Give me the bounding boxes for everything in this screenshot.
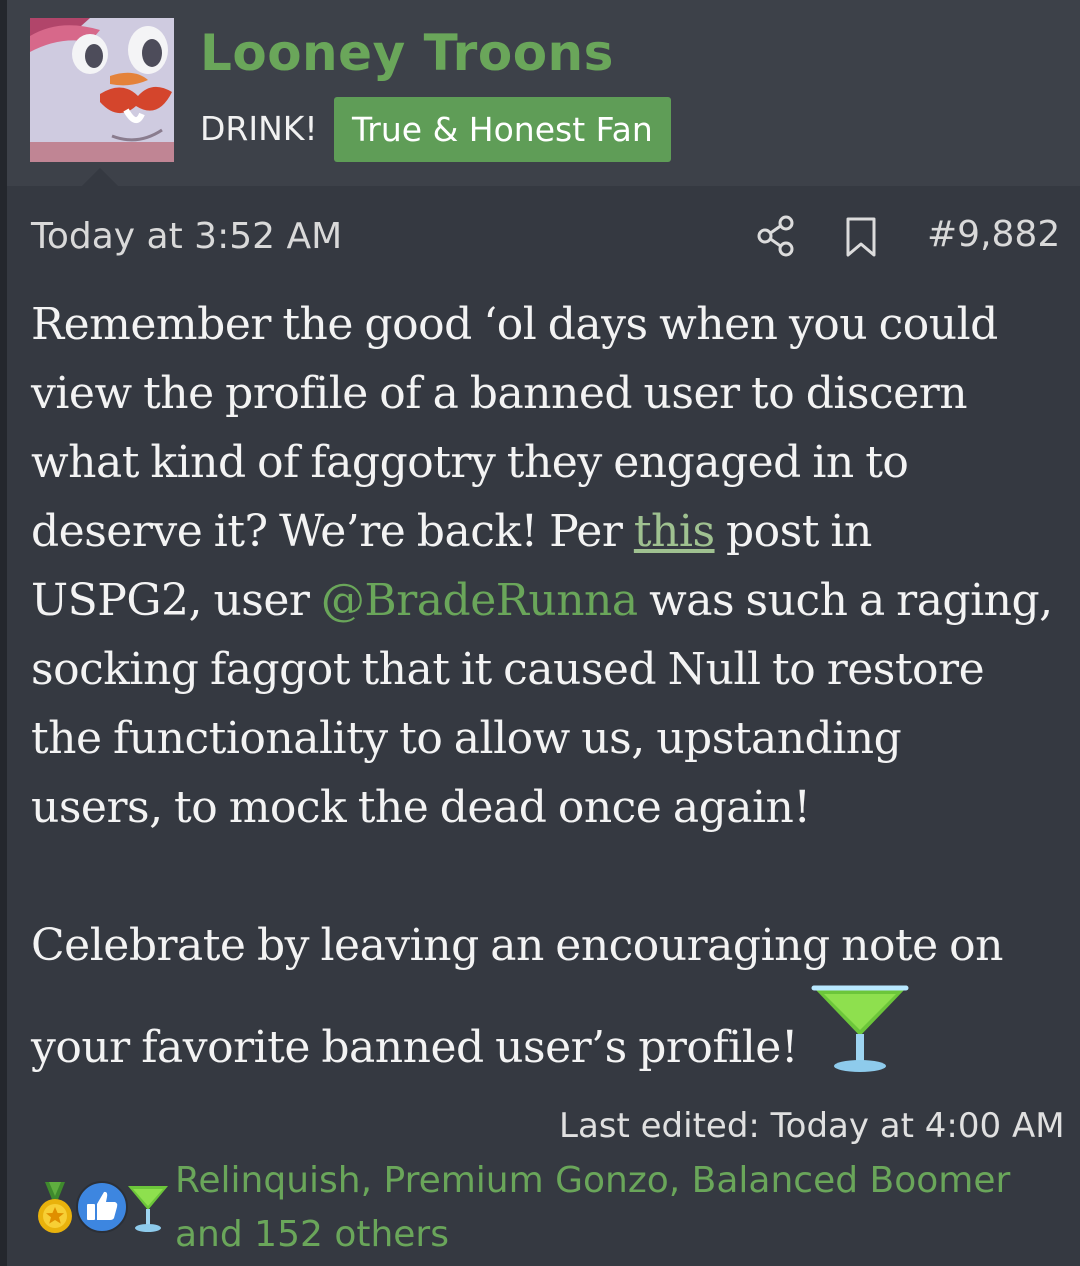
cartoon-character-avatar (30, 18, 174, 162)
forum-post: Looney Troons DRINK! True & Honest Fan T… (7, 0, 1080, 1266)
message-line: your favorite banned user’s profile! (31, 984, 1061, 1097)
message-text: post in (714, 506, 872, 557)
post-message-body: Remember the good ‘ol days when you coul… (31, 290, 1061, 1097)
message-line: deserve it? We’re back! Per this post in (31, 497, 1061, 566)
user-title: DRINK! (200, 109, 318, 148)
thumbs-up-icon (76, 1181, 128, 1233)
cocktail-icon (128, 1186, 168, 1232)
message-text: deserve it? We’re back! Per (31, 506, 634, 557)
avatar-pointer (82, 168, 118, 186)
reactors-line: Relinquish, Premium Gonzo, Balanced Boom… (175, 1160, 1011, 1201)
user-mention-link[interactable]: @BradeRunna (321, 575, 638, 626)
author-bar: Looney Troons DRINK! True & Honest Fan (7, 0, 1080, 186)
reaction-icons[interactable] (31, 1180, 171, 1236)
post-number-link[interactable]: #9,882 (927, 214, 1060, 255)
reaction-users-list[interactable]: Relinquish, Premium Gonzo, Balanced Boom… (175, 1154, 1045, 1262)
message-line: what kind of faggotry they engaged in to (31, 437, 909, 488)
post-date-link[interactable]: Today at 3:52 AM (31, 216, 342, 257)
message-line: Celebrate by leaving an encouraging note… (31, 920, 1004, 971)
page-edge (0, 0, 7, 1266)
message-line: users, to mock the dead once again! (31, 782, 811, 833)
bookmark-icon[interactable] (844, 216, 878, 258)
medal-icon (38, 1182, 72, 1233)
message-text: was such a raging, (637, 575, 1053, 626)
reactors-count: and 152 others (175, 1214, 449, 1255)
message-text: USPG2, user (31, 575, 321, 626)
share-icon[interactable] (755, 214, 797, 258)
message-line: the functionality to allow us, upstandin… (31, 713, 902, 764)
last-edited-label: Last edited: Today at 4:00 AM (559, 1106, 1065, 1146)
message-line: USPG2, user @BradeRunna was such a ragin… (31, 566, 1061, 635)
message-line: socking faggot that it caused Null to re… (31, 644, 985, 695)
avatar[interactable] (30, 18, 174, 162)
user-banner-badge: True & Honest Fan (334, 97, 671, 162)
message-line: view the profile of a banned user to dis… (31, 368, 968, 419)
message-text: your favorite banned user’s profile! (31, 1022, 799, 1073)
username-link[interactable]: Looney Troons (200, 24, 614, 82)
post-link[interactable]: this (634, 506, 715, 557)
message-line: Remember the good ‘ol days when you coul… (31, 299, 998, 350)
cocktail-glass-emoji (811, 985, 909, 1072)
